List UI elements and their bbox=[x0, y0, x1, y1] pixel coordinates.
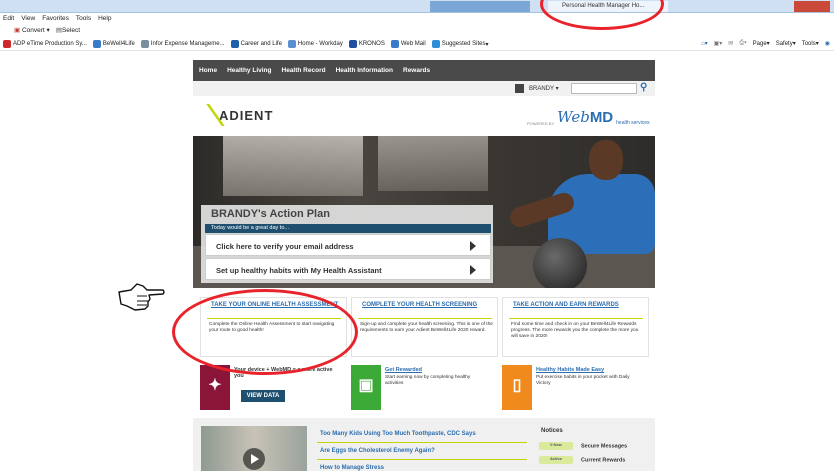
webmd-logo: POWERED BY Web MD health services bbox=[527, 108, 650, 126]
feature-body: Start earning now by completing healthy … bbox=[385, 375, 471, 386]
feature-title[interactable]: Get Rewarded bbox=[385, 367, 422, 373]
feature-rewards: ▣ Get Rewarded Start earning now by comp… bbox=[351, 365, 496, 410]
video-thumbnail[interactable] bbox=[201, 426, 307, 471]
favorite-career[interactable]: Career and Life bbox=[230, 40, 282, 48]
user-menu[interactable]: BRANDY ▾ bbox=[529, 85, 559, 92]
home-icon[interactable]: ⌂▾ bbox=[701, 40, 708, 47]
site-page: Home Healthy Living Health Record Health… bbox=[193, 60, 655, 471]
nav-healthy-living[interactable]: Healthy Living bbox=[227, 67, 271, 74]
favorites-bar: ADP eTime Production Sy... BeWell4Life I… bbox=[0, 38, 834, 51]
notice-current-rewards[interactable]: Active Current Rewards bbox=[539, 456, 625, 464]
select-button[interactable]: ▤Select bbox=[56, 26, 80, 36]
convert-icon: ▣ bbox=[14, 27, 21, 34]
action-plan-subtitle: Today would be a great day to... bbox=[205, 224, 491, 233]
adp-icon bbox=[3, 40, 11, 48]
story-link[interactable]: Too Many Kids Using Too Much Toothpaste,… bbox=[320, 431, 520, 437]
play-icon[interactable] bbox=[243, 448, 265, 470]
action-verify-email[interactable]: Click here to verify your email address bbox=[205, 234, 491, 256]
webmail-icon bbox=[390, 40, 399, 48]
phone-icon: ▯ bbox=[502, 365, 532, 410]
command-bar: ▣ Convert ▾ ▤Select bbox=[14, 26, 80, 36]
tools-menu[interactable]: Tools▾ bbox=[802, 40, 819, 47]
user-bar: BRANDY ▾ ⚲ bbox=[193, 81, 655, 96]
window-close-button[interactable] bbox=[794, 1, 830, 12]
page-menu[interactable]: Page▾ bbox=[753, 40, 770, 47]
action-plan-panel: BRANDY's Action Plan Today would be a gr… bbox=[201, 205, 493, 283]
card-body: Sign-up and complete your health screeni… bbox=[360, 322, 493, 333]
menu-tools[interactable]: Tools bbox=[76, 15, 91, 25]
help-icon[interactable]: ◉ bbox=[825, 40, 830, 47]
feeds-icon[interactable]: ▣▾ bbox=[714, 40, 723, 47]
favorite-adp[interactable]: ADP eTime Production Sy... bbox=[3, 40, 87, 48]
safety-menu[interactable]: Safety▾ bbox=[776, 40, 796, 47]
card-title[interactable]: COMPLETE YOUR HEALTH SCREENING bbox=[362, 302, 492, 308]
bewell-icon bbox=[92, 40, 101, 48]
suggested-sites-icon bbox=[431, 40, 440, 48]
mail-icon[interactable]: ✉ bbox=[728, 40, 733, 47]
card-earn-rewards[interactable]: TAKE ACTION AND EARN REWARDS Find some t… bbox=[502, 297, 649, 357]
nav-health-information[interactable]: Health Information bbox=[336, 67, 393, 74]
favorite-workday[interactable]: Home - Workday bbox=[287, 40, 343, 48]
card-title[interactable]: TAKE ACTION AND EARN REWARDS bbox=[513, 302, 643, 308]
pointing-hand-icon bbox=[118, 283, 165, 311]
story-link[interactable]: Are Eggs the Cholesterol Enemy Again? bbox=[320, 448, 520, 454]
card-health-screening[interactable]: COMPLETE YOUR HEALTH SCREENING Sign-up a… bbox=[351, 297, 498, 357]
feature-body: Put exercise habits in your pocket with … bbox=[536, 375, 630, 386]
adient-logo[interactable]: ADIENT bbox=[206, 104, 273, 126]
browser-tab[interactable] bbox=[430, 1, 530, 12]
favorite-kronos[interactable]: KRONOS bbox=[348, 40, 385, 48]
activity-person-icon: ✦ bbox=[200, 365, 230, 410]
card-body: Find some time and check in on your BeWe… bbox=[511, 322, 639, 339]
favorite-webmail[interactable]: Web Mail bbox=[390, 40, 426, 48]
medicine-ball-image bbox=[533, 238, 587, 288]
view-data-button[interactable]: VIEW DATA bbox=[241, 390, 285, 402]
notices-title: Notices bbox=[541, 428, 563, 434]
nav-home[interactable]: Home bbox=[199, 67, 217, 74]
browser-titlebar: Personal Health Manager Ho... bbox=[0, 0, 834, 13]
menu-help[interactable]: Help bbox=[98, 15, 111, 25]
annotation-circle-tab bbox=[540, 0, 664, 30]
toolbar-right: ⌂▾ ▣▾ ✉ ⎙▾ Page▾ Safety▾ Tools▾ ◉ bbox=[701, 40, 830, 47]
annotation-circle-assessment bbox=[172, 289, 358, 375]
infor-icon bbox=[140, 40, 149, 48]
action-plan-title: BRANDY's Action Plan bbox=[211, 208, 330, 220]
gift-icon: ▣ bbox=[351, 365, 381, 410]
kronos-icon bbox=[348, 40, 357, 48]
menu-bar: Edit View Favorites Tools Help bbox=[0, 15, 111, 25]
search-input[interactable] bbox=[571, 83, 637, 94]
user-icon[interactable] bbox=[515, 84, 524, 93]
story-link[interactable]: How to Manage Stress bbox=[320, 465, 520, 471]
arrow-right-icon bbox=[470, 241, 476, 251]
action-healthy-habits[interactable]: Set up healthy habits with My Health Ass… bbox=[205, 258, 491, 280]
favorite-bewell[interactable]: BeWell4Life bbox=[92, 40, 135, 48]
notice-secure-messages[interactable]: 0 New Secure Messages bbox=[539, 442, 627, 450]
menu-edit[interactable]: Edit bbox=[3, 15, 14, 25]
site-nav: Home Healthy Living Health Record Health… bbox=[193, 60, 655, 81]
menu-view[interactable]: View bbox=[21, 15, 35, 25]
feature-title[interactable]: Healthy Habits Made Easy bbox=[536, 367, 604, 373]
search-icon[interactable]: ⚲ bbox=[640, 82, 647, 93]
convert-button[interactable]: ▣ Convert ▾ bbox=[14, 26, 50, 36]
logo-row: ADIENT POWERED BY Web MD health services bbox=[193, 96, 655, 136]
nav-rewards[interactable]: Rewards bbox=[403, 67, 430, 74]
nav-health-record[interactable]: Health Record bbox=[282, 67, 326, 74]
workday-icon bbox=[287, 40, 296, 48]
print-icon[interactable]: ⎙▾ bbox=[739, 40, 746, 47]
news-section: Too Many Kids Using Too Much Toothpaste,… bbox=[193, 418, 655, 471]
career-icon bbox=[230, 40, 239, 48]
feature-habits: ▯ Healthy Habits Made Easy Put exercise … bbox=[502, 365, 647, 410]
arrow-right-icon bbox=[470, 265, 476, 275]
menu-favorites[interactable]: Favorites bbox=[42, 15, 69, 25]
favorite-suggested[interactable]: Suggested Sites ▾ bbox=[431, 40, 488, 48]
favorite-infor[interactable]: Infor Expense Manageme... bbox=[140, 40, 225, 48]
